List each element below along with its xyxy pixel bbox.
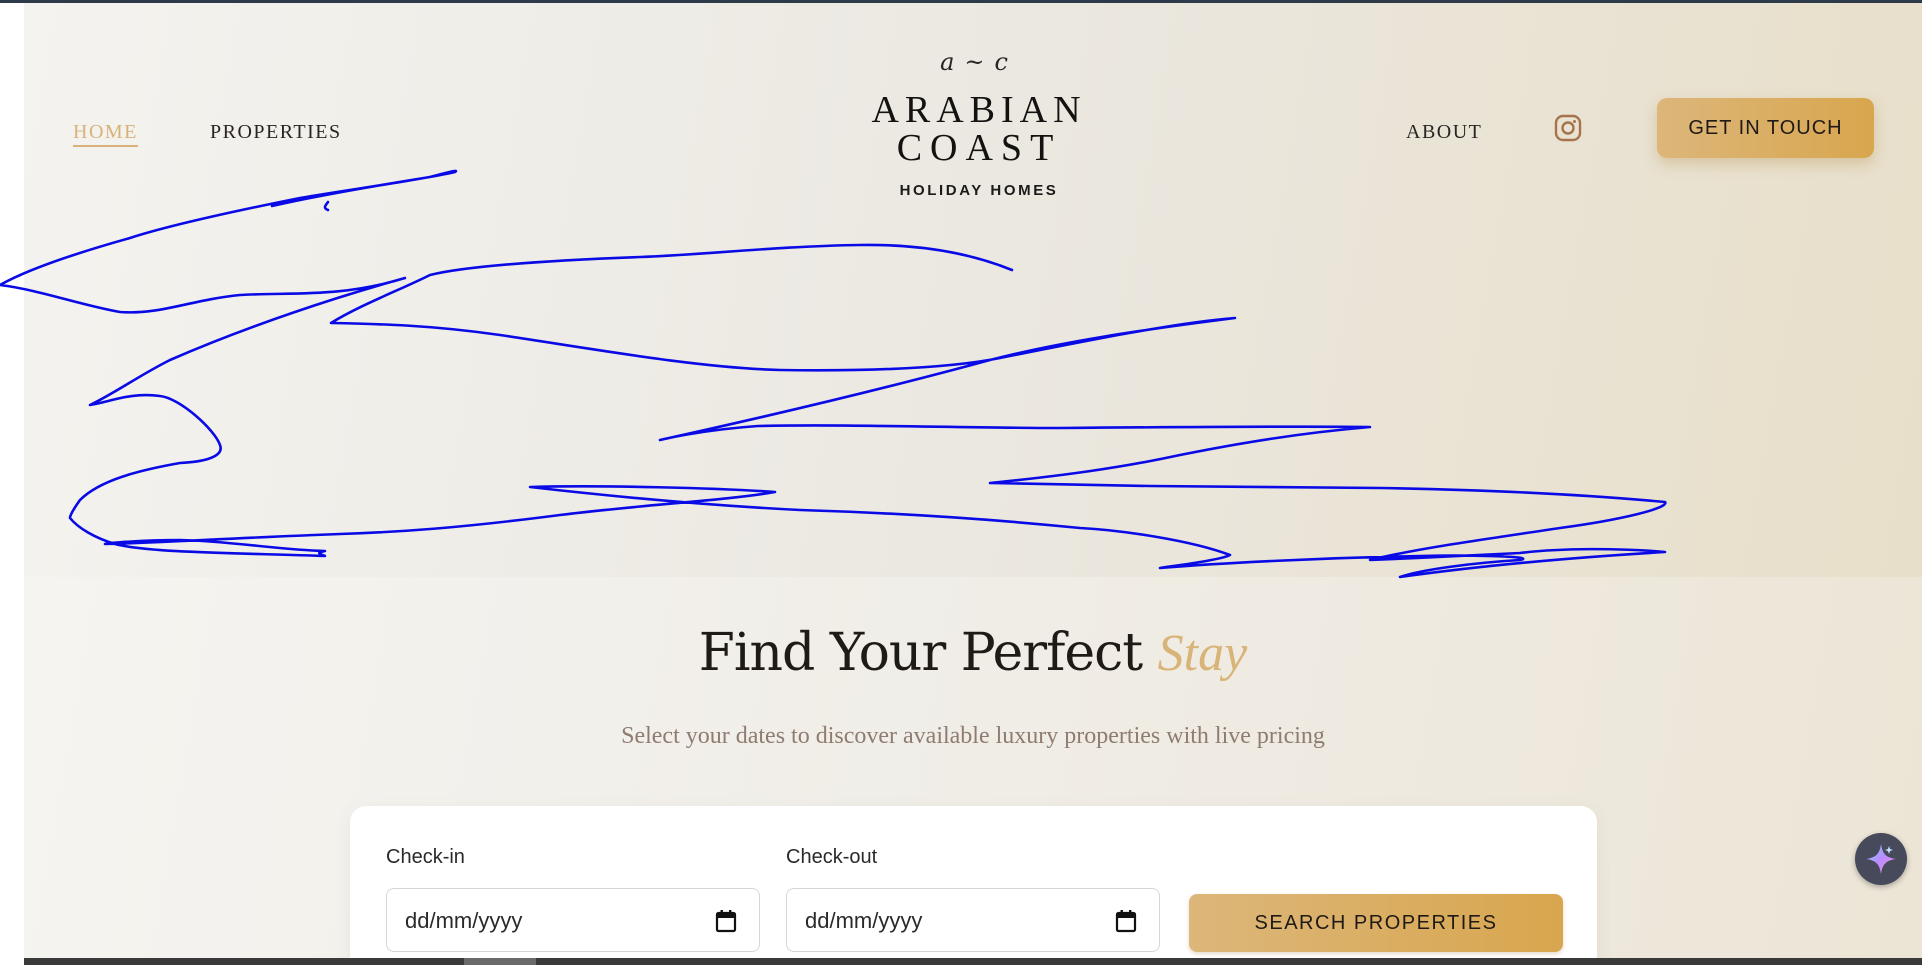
nav-properties-link[interactable]: PROPERTIES — [210, 121, 342, 144]
nav-home-link[interactable]: HOME — [73, 121, 138, 144]
checkout-label: Check-out — [786, 846, 878, 868]
search-properties-button[interactable]: SEARCH PROPERTIES — [1189, 894, 1563, 952]
search-heading-accent: Stay — [1157, 625, 1248, 682]
nav-about-link[interactable]: ABOUT — [1406, 121, 1482, 144]
active-nav-underline — [73, 145, 138, 147]
calendar-icon[interactable] — [715, 909, 737, 933]
logo-monogram: a~c — [940, 48, 1018, 76]
checkout-date-input[interactable]: dd/mm/yyyy — [786, 888, 1160, 952]
search-heading-main: Find Your Perfect — [698, 623, 1143, 683]
checkin-date-input[interactable]: dd/mm/yyyy — [386, 888, 760, 952]
logo-title-line2: COAST — [896, 127, 1062, 169]
calendar-icon[interactable] — [1115, 909, 1137, 933]
brand-logo[interactable]: a~c ARABIAN COAST HOLIDAY HOMES — [864, 48, 1094, 208]
horizontal-scrollbar[interactable] — [24, 958, 1922, 965]
search-card: Check-in dd/mm/yyyy Check-out dd/mm/yyyy… — [350, 806, 1597, 958]
get-in-touch-button[interactable]: GET IN TOUCH — [1657, 98, 1874, 158]
page: HOME PROPERTIES a~c ARABIAN COAST HOLIDA… — [24, 3, 1922, 958]
checkout-date-value: dd/mm/yyyy — [805, 908, 923, 933]
search-heading: Find Your Perfect Stay — [24, 623, 1922, 683]
search-subheading: Select your dates to discover available … — [621, 723, 1325, 749]
sparkle-icon — [1866, 844, 1896, 874]
checkin-date-value: dd/mm/yyyy — [405, 908, 523, 933]
instagram-icon[interactable] — [1554, 114, 1582, 142]
logo-subtitle: HOLIDAY HOMES — [899, 182, 1059, 199]
scrollbar-thumb[interactable] — [464, 958, 536, 965]
checkin-label: Check-in — [386, 846, 465, 868]
assistant-button[interactable] — [1855, 833, 1907, 885]
